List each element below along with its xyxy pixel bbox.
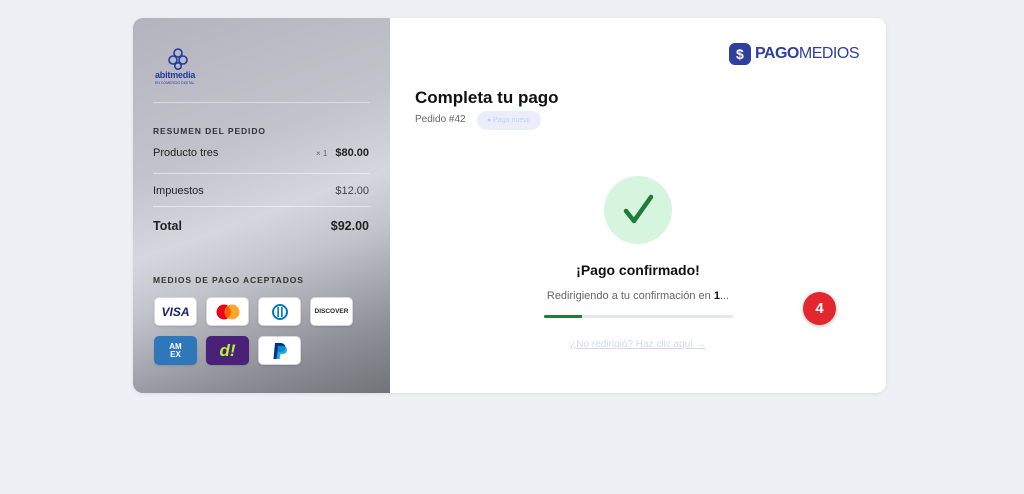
dlocal-logo: d!: [206, 336, 249, 365]
discover-label: DISCOVER: [314, 308, 349, 315]
dlocal-label: d!: [219, 340, 236, 360]
total-label: Total: [153, 219, 182, 233]
item-qty: × 1: [316, 148, 328, 158]
mastercard-logo: [206, 297, 249, 326]
order-number: Pedido #42: [415, 114, 466, 125]
taxes-label: Impuestos: [153, 185, 204, 197]
paypal-logo: [258, 336, 301, 365]
manual-redirect-link[interactable]: ¿No redirigió? Haz clic aquí →: [390, 339, 886, 350]
diners-icon: [271, 303, 288, 320]
divider: [153, 102, 370, 103]
merchant-logo-icon: [168, 48, 188, 70]
visa-logo: VISA: [154, 297, 197, 326]
checkmark-icon: [604, 176, 672, 244]
dollar-icon: $: [728, 43, 751, 65]
taxes-value: $12.00: [335, 185, 369, 197]
page-title: Completa tu pago: [415, 88, 559, 107]
brand-name: PAGOMEDIOS: [754, 45, 860, 62]
merchant-logo: abitmedia EN COMERCIO DIGITAL: [153, 46, 213, 86]
checkout-card: abitmedia EN COMERCIO DIGITAL RESUMEN DE…: [133, 18, 886, 393]
total-value: $92.00: [330, 219, 369, 233]
taxes-row: Impuestos $12.00: [153, 185, 369, 197]
payment-panel: $ PAGOMEDIOS Completa tu pago Pedido #42…: [390, 18, 886, 393]
divider: [153, 206, 370, 207]
diners-logo: [258, 297, 301, 326]
amex-label: AM EX: [169, 341, 182, 359]
visa-label: VISA: [161, 304, 190, 319]
order-summary-panel: abitmedia EN COMERCIO DIGITAL RESUMEN DE…: [133, 18, 390, 393]
pagomedios-logo: $ PAGOMEDIOS: [728, 43, 860, 65]
payment-methods-title: MEDIOS DE PAGO ACEPTADOS: [153, 275, 304, 285]
step-marker: 4: [803, 292, 836, 325]
merchant-logo-tagline: EN COMERCIO DIGITAL: [155, 81, 195, 85]
discover-logo: DISCOVER: [310, 297, 353, 326]
amex-logo: AM EX: [154, 336, 197, 365]
paypal-icon: [273, 342, 287, 359]
divider: [153, 173, 370, 174]
mastercard-icon: [216, 304, 239, 319]
confirmation-title: ¡Pago confirmado!: [576, 262, 700, 278]
item-price: $80.00: [335, 147, 369, 159]
progress-fill: [544, 315, 582, 318]
summary-item-row: Producto tres × 1 $80.00: [153, 147, 369, 159]
merchant-logo-text: abitmedia: [155, 70, 196, 80]
status-badge: ● Pago nuevo: [477, 111, 541, 130]
total-row: Total $92.00: [153, 219, 369, 233]
summary-title: RESUMEN DEL PEDIDO: [153, 126, 266, 136]
item-name: Producto tres: [153, 147, 219, 159]
redirect-progress-bar: [544, 315, 733, 318]
